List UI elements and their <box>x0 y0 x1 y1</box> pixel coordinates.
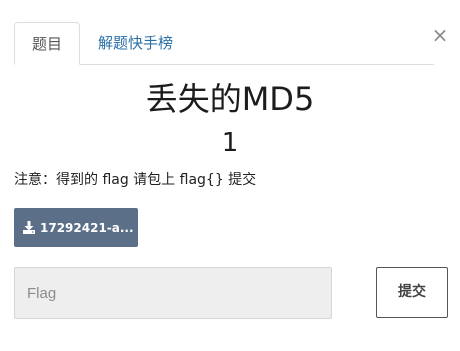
download-file-button[interactable]: 17292421-a... <box>14 208 138 247</box>
download-icon <box>23 221 35 234</box>
challenge-modal: 题目 解题快手榜 × 丢失的MD5 1 注意：得到的 flag 请包上 flag… <box>0 0 460 351</box>
tab-challenge[interactable]: 题目 <box>14 22 80 65</box>
challenge-title: 丢失的MD5 <box>145 80 315 118</box>
tab-solves-ranking[interactable]: 解题快手榜 <box>82 22 189 63</box>
flag-input[interactable] <box>14 267 332 319</box>
close-icon[interactable]: × <box>430 24 450 46</box>
submit-button[interactable]: 提交 <box>376 267 448 318</box>
download-file-label: 17292421-a... <box>40 220 134 235</box>
challenge-description: 注意：得到的 flag 请包上 flag{} 提交 <box>14 172 257 188</box>
challenge-points: 1 <box>221 128 239 158</box>
tab-bar: 题目 解题快手榜 <box>14 22 434 65</box>
